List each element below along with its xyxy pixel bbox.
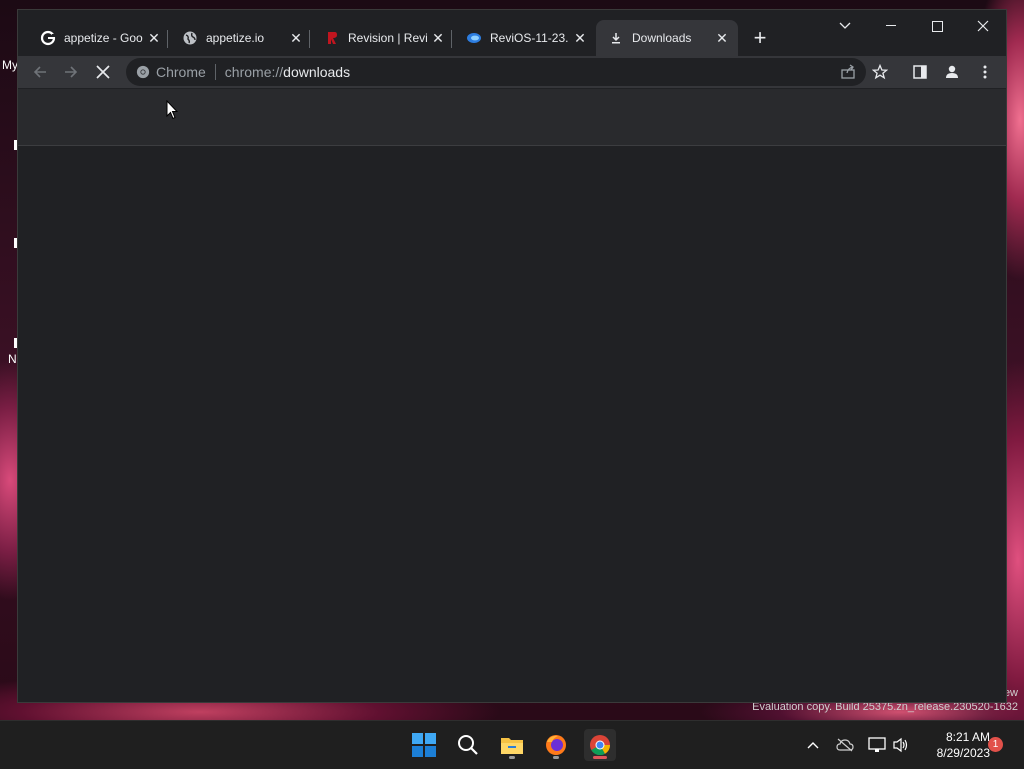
back-button[interactable]: [28, 60, 52, 84]
desktop-icon[interactable]: [14, 238, 17, 248]
clock[interactable]: 8:21 AM 8/29/2023: [916, 729, 990, 761]
tab-search-button[interactable]: [822, 10, 868, 42]
bookmark-button[interactable]: [868, 60, 892, 84]
side-panel-button[interactable]: [908, 60, 932, 84]
evaluation-watermark: Evaluation copy. Build 25375.zn_release.…: [752, 701, 1018, 713]
maximize-button[interactable]: [914, 10, 960, 42]
share-icon: [841, 64, 855, 79]
download-icon: [608, 30, 624, 46]
folder-icon: [501, 738, 523, 754]
tab-downloads[interactable]: Downloads ✕: [596, 20, 738, 56]
stop-x-icon: [96, 65, 110, 79]
edge-icon: [466, 30, 482, 46]
desktop-icon-label[interactable]: My: [2, 58, 18, 72]
tab-title: appetize - Goo: [64, 31, 143, 45]
tab-title: Downloads: [632, 31, 692, 45]
tab-separator: [309, 30, 310, 48]
url-text[interactable]: chrome://downloads: [225, 64, 350, 80]
search-icon: [458, 735, 478, 755]
file-explorer-button[interactable]: [496, 729, 528, 761]
clock-date: 8/29/2023: [936, 746, 990, 760]
show-hidden-icons-button[interactable]: [802, 733, 824, 757]
revision-icon: [324, 30, 340, 46]
clock-time: 8:21 AM: [945, 730, 990, 744]
tab-revision[interactable]: Revision | Revi ✕: [312, 20, 454, 56]
tab-appetize-google[interactable]: appetize - Goo ✕: [28, 20, 170, 56]
close-icon[interactable]: ✕: [714, 30, 730, 46]
profile-icon: [946, 65, 958, 78]
close-icon[interactable]: ✕: [288, 30, 304, 46]
network-icon: [868, 737, 886, 752]
maximize-icon: [931, 20, 943, 32]
back-arrow-icon: [33, 66, 46, 78]
chevron-up-icon: [807, 742, 819, 749]
address-bar[interactable]: Chrome chrome://downloads: [126, 58, 866, 86]
close-window-button[interactable]: [960, 10, 1006, 42]
desktop-icon-label[interactable]: N: [8, 352, 17, 366]
profile-button[interactable]: [940, 60, 964, 84]
firefox-icon: [546, 735, 566, 755]
tab-title: appetize.io: [206, 31, 265, 45]
close-icon[interactable]: ✕: [572, 30, 588, 46]
windows-logo-icon: [412, 733, 436, 757]
kebab-menu-icon: [983, 65, 987, 79]
downloads-page-body: [18, 146, 1006, 702]
running-indicator: [509, 756, 515, 759]
chrome-taskbar-button[interactable]: [584, 729, 616, 761]
cloud-offline-icon: [836, 738, 854, 752]
onedrive-button[interactable]: [834, 733, 856, 757]
notification-badge[interactable]: 1: [988, 737, 1003, 752]
menu-button[interactable]: [973, 60, 997, 84]
side-panel-icon: [913, 65, 927, 79]
tab-separator: [167, 30, 168, 48]
volume-button[interactable]: [890, 733, 912, 757]
forward-button[interactable]: [59, 60, 83, 84]
omnibox-divider: [214, 64, 216, 80]
desktop-icon[interactable]: [14, 140, 17, 150]
forward-arrow-icon: [65, 66, 78, 78]
watermark-tail: ew: [1003, 687, 1018, 699]
chrome-icon: [590, 735, 611, 756]
tab-appetize-io[interactable]: appetize.io ✕: [170, 20, 312, 56]
start-button[interactable]: [408, 729, 440, 761]
desktop-icon[interactable]: [14, 338, 17, 348]
browser-toolbar: Chrome chrome://downloads: [18, 56, 1006, 88]
tab-title: ReviOS-11-23.: [490, 31, 569, 45]
speaker-icon: [893, 737, 908, 753]
active-indicator: [593, 756, 607, 759]
search-button[interactable]: [452, 729, 484, 761]
tab-separator: [451, 30, 452, 48]
star-icon: [872, 64, 888, 80]
share-button[interactable]: [836, 60, 860, 84]
running-indicator: [553, 756, 559, 759]
site-chip: Chrome: [156, 64, 206, 80]
google-icon: [40, 30, 56, 46]
tab-title: Revision | Revi: [348, 31, 428, 45]
tab-revios[interactable]: ReviOS-11-23. ✕: [454, 20, 596, 56]
globe-icon: [182, 30, 198, 46]
new-tab-button[interactable]: +: [748, 25, 772, 50]
taskbar: 8:21 AM 8/29/2023: [0, 720, 1024, 769]
close-icon[interactable]: ✕: [430, 30, 446, 46]
close-icon: [977, 20, 989, 32]
minimize-button[interactable]: [868, 10, 914, 42]
close-icon[interactable]: ✕: [146, 30, 162, 46]
network-button[interactable]: [866, 733, 888, 757]
tab-strip: appetize - Goo ✕ appetize.io ✕ Revision …: [18, 10, 1006, 56]
stop-loading-button[interactable]: [91, 60, 115, 84]
chevron-down-icon: [839, 22, 851, 29]
chrome-icon: [136, 65, 150, 79]
minimize-icon: [886, 25, 896, 26]
mouse-cursor: [166, 99, 179, 123]
firefox-button[interactable]: [540, 729, 572, 761]
